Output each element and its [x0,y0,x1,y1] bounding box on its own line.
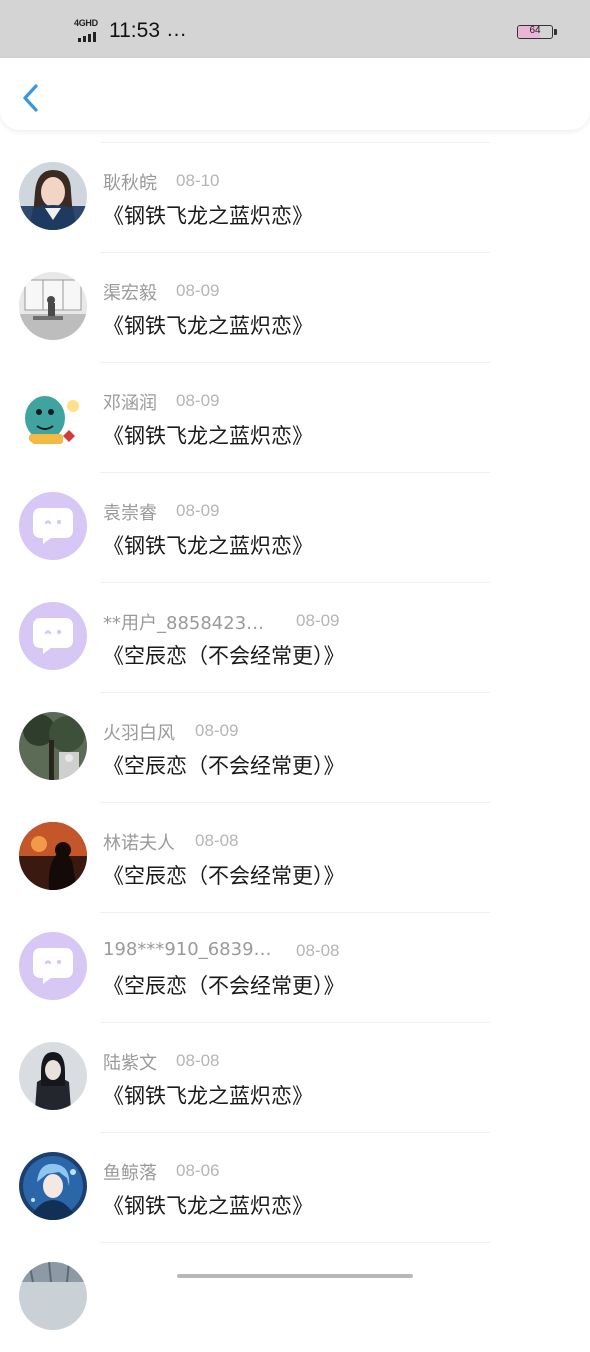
list-item[interactable]: 鱼鲸落 08-06 《钢铁飞龙之蓝炽恋》 [0,1132,590,1242]
book-title: 《钢铁飞龙之蓝炽恋》 [103,534,313,558]
user-name: 火羽白风 [103,723,175,744]
avatar[interactable] [19,272,87,340]
book-title: 《钢铁飞龙之蓝炽恋》 [103,204,313,228]
row-divider [100,582,490,583]
avatar[interactable] [19,602,87,670]
book-title: 《钢铁飞龙之蓝炽恋》 [103,1084,313,1108]
list-item[interactable]: 渠宏毅 08-09 《钢铁飞龙之蓝炽恋》 [0,252,590,362]
user-name: 渠宏毅 [103,283,157,304]
book-title: 《空辰恋（不会经常更）》 [103,864,345,888]
row-divider [100,802,490,803]
user-name: 耿秋皖 [103,173,157,194]
avatar[interactable] [19,712,87,780]
list-item[interactable]: **用户_8858423… 08-09 《空辰恋（不会经常更）》 [0,582,590,692]
battery-cap [554,29,557,35]
cellular-signal-icon: 4GHD [74,18,104,44]
avatar[interactable] [19,162,87,230]
row-divider [100,142,490,143]
scroll-indicator[interactable] [177,1274,413,1278]
avatar[interactable] [19,1262,87,1330]
avatar[interactable] [19,822,87,890]
user-name: 198***910_6839… [103,939,272,960]
book-title: 《空辰恋（不会经常更）》 [103,974,345,998]
book-title: 《空辰恋（不会经常更）》 [103,754,345,778]
user-name: 林诺夫人 [103,833,175,854]
item-date: 08-09 [195,721,239,740]
list-item[interactable]: 邓涵润 08-09 《钢铁飞龙之蓝炽恋》 [0,362,590,472]
list-item[interactable]: 林诺夫人 08-08 《空辰恋（不会经常更）》 [0,802,590,912]
list-item[interactable]: 火羽白风 08-09 《空辰恋（不会经常更）》 [0,692,590,802]
user-name: 袁崇睿 [103,503,157,524]
list-item[interactable]: 198***910_6839… 08-08 《空辰恋（不会经常更）》 [0,912,590,1022]
row-divider [100,252,490,253]
row-divider [100,1022,490,1023]
row-divider [100,912,490,913]
network-type-label: 4GHD [74,18,98,28]
avatar[interactable] [19,1152,87,1220]
user-name: **用户_8858423… [103,613,265,634]
item-date: 08-09 [176,391,220,410]
book-title: 《钢铁飞龙之蓝炽恋》 [103,424,313,448]
book-title: 《钢铁飞龙之蓝炽恋》 [103,1194,313,1218]
row-divider [100,1242,490,1243]
item-date: 08-09 [176,281,220,300]
item-date: 08-10 [176,171,220,190]
status-time: 11:53 [109,19,160,42]
battery-percent: 64 [529,25,541,36]
back-button[interactable] [16,80,48,116]
user-name: 鱼鲸落 [103,1163,157,1184]
user-list: 耿秋皖 08-10 《钢铁飞龙之蓝炽恋》 渠宏毅 08-09 《钢铁飞龙之蓝炽恋》 邓涵润 0… [0,142,590,1352]
avatar[interactable] [19,492,87,560]
user-name: 邓涵润 [103,393,157,414]
user-name: 陆紫文 [103,1053,157,1074]
status-bar: 4GHD 11:53 … 64 [0,0,590,58]
status-more-indicator: … [166,18,188,41]
book-title: 《空辰恋（不会经常更）》 [103,644,345,668]
book-title: 《钢铁飞龙之蓝炽恋》 [103,314,313,338]
item-date: 08-08 [176,1051,220,1070]
item-date: 08-08 [296,941,340,960]
item-date: 08-06 [176,1161,220,1180]
item-date: 08-09 [296,611,340,630]
avatar[interactable] [19,382,87,450]
row-divider [100,1132,490,1133]
item-date: 08-09 [176,501,220,520]
avatar[interactable] [19,932,87,1000]
list-item[interactable]: 陆紫文 08-08 《钢铁飞龙之蓝炽恋》 [0,1022,590,1132]
list-item[interactable]: 耿秋皖 08-10 《钢铁飞龙之蓝炽恋》 [0,142,590,252]
battery-icon: 64 [517,25,553,39]
header-bar [0,58,590,130]
item-date: 08-08 [195,831,239,850]
row-divider [100,362,490,363]
row-divider [100,692,490,693]
list-item[interactable] [0,1242,590,1352]
chevron-left-icon [23,84,38,112]
row-divider [100,472,490,473]
list-item[interactable]: 袁崇睿 08-09 《钢铁飞龙之蓝炽恋》 [0,472,590,582]
avatar[interactable] [19,1042,87,1110]
